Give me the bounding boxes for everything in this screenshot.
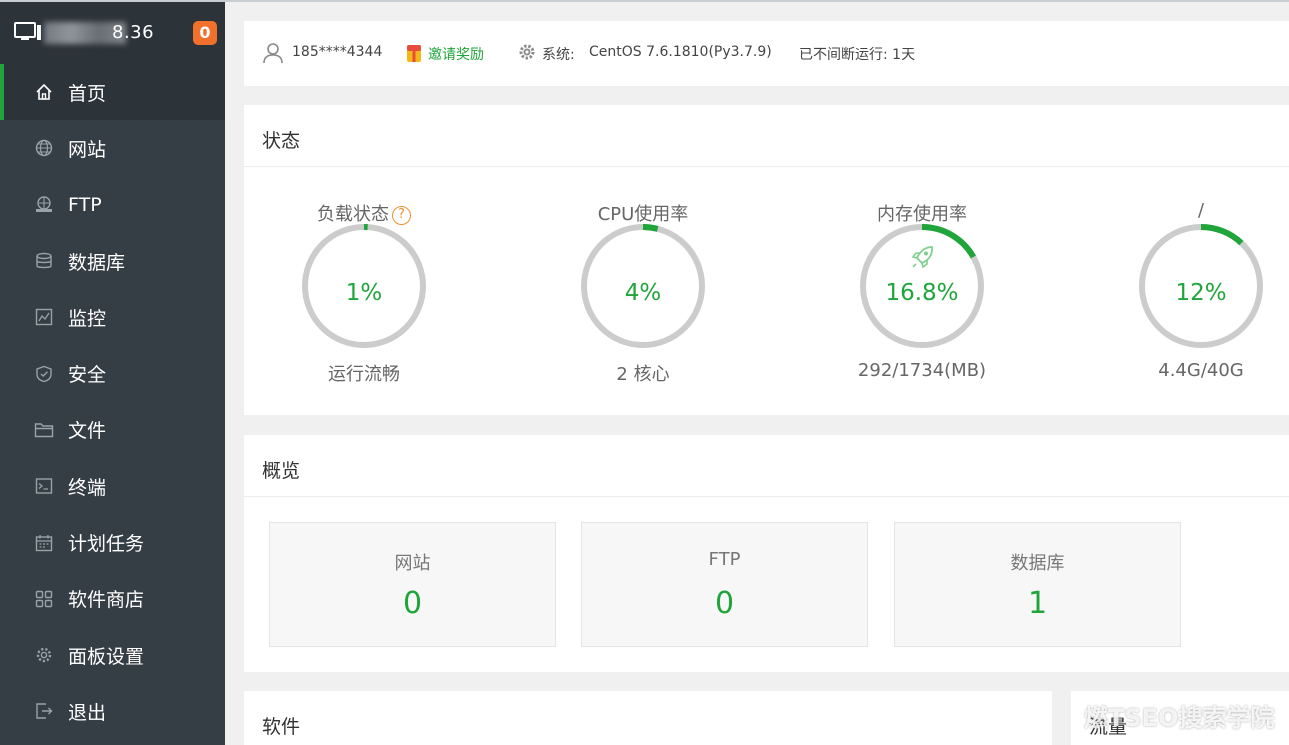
user-phone[interactable]: 185****4344 (292, 44, 382, 60)
sidebar-item-label: 面板设置 (68, 645, 145, 668)
calendar-icon (34, 533, 54, 553)
invite-reward-link[interactable]: 邀请奖励 (428, 44, 484, 64)
terminal-icon (34, 476, 54, 496)
gear-icon (519, 44, 535, 60)
sidebar-header: 8.36 0 (0, 0, 225, 64)
overview-title: 概览 (262, 460, 301, 482)
sidebar-item-label: FTP (68, 193, 102, 216)
top-border (0, 0, 1289, 2)
notification-badge[interactable]: 0 (193, 21, 217, 45)
sidebar-item-label: 监控 (68, 307, 107, 330)
ftp-icon (34, 195, 54, 215)
status-panel: 状态 负载状态? 1% 运行流畅 CPU使用率 4% 2 核心 内存使用率 16… (244, 105, 1289, 415)
sidebar-item-website[interactable]: 网站 (0, 120, 225, 176)
system-label: 系统: (542, 47, 575, 63)
sidebar-item-label: 文件 (68, 420, 107, 443)
overview-label: FTP (708, 549, 741, 570)
sidebar-item-cron[interactable]: 计划任务 (0, 514, 225, 570)
system-value: CentOS 7.6.1810(Py3.7.9) (589, 44, 772, 60)
home-icon (34, 82, 54, 102)
cpu-gauge[interactable]: CPU使用率 4% 2 核心 (543, 200, 743, 400)
sidebar-item-settings[interactable]: 面板设置 (0, 627, 225, 683)
gift-icon (407, 45, 421, 62)
divider (244, 166, 1289, 167)
gauge-subtext: 292/1734(MB) (857, 360, 987, 381)
rocket-icon[interactable] (910, 244, 936, 270)
overview-website[interactable]: 网站 0 (269, 522, 556, 647)
overview-database[interactable]: 数据库 1 (894, 522, 1181, 647)
sidebar-item-label: 计划任务 (68, 533, 145, 556)
sidebar-item-home[interactable]: 首页 (0, 64, 225, 121)
overview-value[interactable]: 0 (582, 586, 867, 621)
sidebar-item-label: 安全 (68, 364, 107, 387)
overview-value[interactable]: 0 (270, 586, 555, 621)
sidebar-nav: 首页 网站 FTP 数据库 监控 安全 文件 终端 计划任务 软件商店 面板设置… (0, 64, 225, 740)
shield-icon (34, 364, 54, 384)
sidebar-item-label: 软件商店 (68, 589, 145, 612)
sidebar-item-files[interactable]: 文件 (0, 402, 225, 458)
gauge-subtext: 4.4G/40G (1158, 360, 1244, 381)
logout-icon (34, 701, 54, 721)
gauge-value: 12% (1175, 280, 1227, 306)
info-bar: 185****4344 邀请奖励 系统: CentOS 7.6.1810(Py3… (244, 21, 1289, 86)
sidebar-item-store[interactable]: 软件商店 (0, 571, 225, 627)
gauge-value: 16.8% (885, 280, 959, 306)
user-icon (263, 43, 283, 64)
sidebar-item-monitor[interactable]: 监控 (0, 289, 225, 345)
overview-value[interactable]: 1 (895, 586, 1180, 621)
disk-gauge[interactable]: / 12% 4.4G/40G (1101, 200, 1289, 400)
sidebar: 8.36 0 首页 网站 FTP 数据库 监控 安全 文件 终端 计划任务 软件… (0, 0, 225, 745)
sidebar-item-label: 首页 (68, 82, 107, 105)
sidebar-item-terminal[interactable]: 终端 (0, 458, 225, 514)
sidebar-item-label: 终端 (68, 476, 107, 499)
status-title: 状态 (262, 130, 301, 152)
sidebar-item-database[interactable]: 数据库 (0, 233, 225, 289)
sidebar-item-label: 网站 (68, 138, 107, 161)
monitor-chart-icon (34, 307, 54, 327)
memory-gauge[interactable]: 内存使用率 16.8% 292/1734(MB) (822, 200, 1022, 400)
overview-label: 网站 (394, 553, 431, 574)
sidebar-item-label: 数据库 (68, 251, 126, 274)
software-panel: 软件 (244, 691, 1052, 745)
divider (244, 496, 1289, 497)
overview-panel: 概览 网站 0 FTP 0 数据库 1 (244, 435, 1289, 672)
server-ip: 8.36 (112, 22, 155, 43)
monitor-icon (14, 22, 41, 40)
load-gauge[interactable]: 负载状态? 1% 运行流畅 (264, 200, 464, 400)
gauge-title: / (1197, 200, 1205, 221)
sidebar-item-logout[interactable]: 退出 (0, 683, 225, 739)
sidebar-item-ftp[interactable]: FTP (0, 177, 225, 233)
watermark: 燃TSEO搜索学院 (1084, 704, 1275, 732)
uptime-text: 已不间断运行: 1天 (799, 47, 916, 63)
sidebar-item-label: 退出 (68, 701, 107, 724)
overview-ftp[interactable]: FTP 0 (581, 522, 868, 647)
folder-icon (34, 420, 54, 440)
gauge-subtext: 2 核心 (616, 364, 670, 385)
database-icon (34, 251, 54, 271)
grid-icon (34, 589, 54, 609)
software-title: 软件 (262, 716, 301, 738)
gauge-value: 4% (624, 280, 662, 306)
sidebar-item-security[interactable]: 安全 (0, 345, 225, 401)
gauge-subtext: 运行流畅 (328, 364, 400, 385)
globe-icon (34, 138, 54, 158)
overview-label: 数据库 (1010, 553, 1065, 574)
gear-icon (34, 645, 54, 665)
gauge-value: 1% (345, 280, 383, 306)
